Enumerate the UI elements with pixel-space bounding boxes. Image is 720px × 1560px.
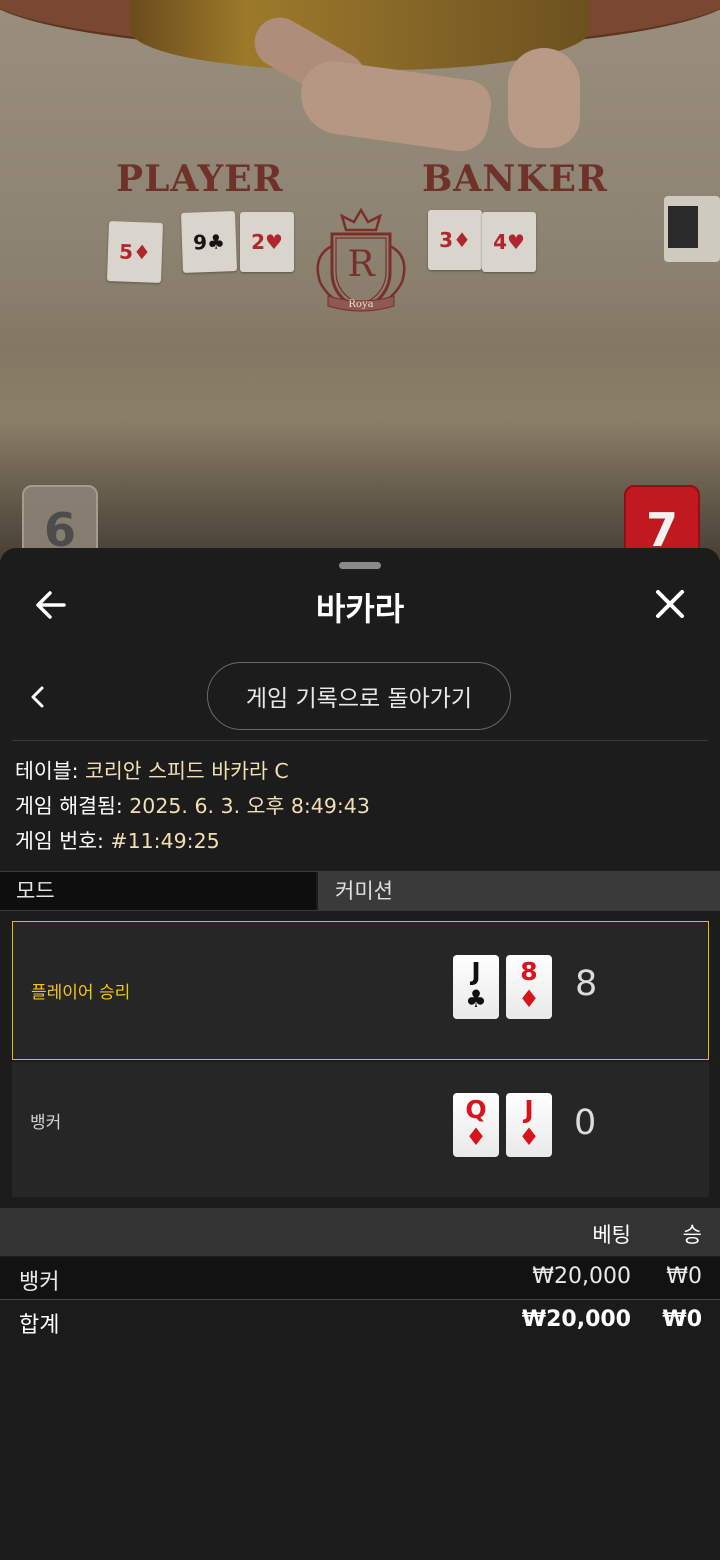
divider: [12, 740, 708, 741]
banker-result-label: 뱅커: [30, 1113, 62, 1133]
game-number-label: 게임 번호:: [15, 829, 104, 853]
game-number-line: 게임 번호: #11:49:25: [15, 824, 370, 859]
total-win-amount: ₩0: [662, 1307, 702, 1332]
game-info: 테이블: 코리안 스피드 바카라 C 게임 해결됨: 2025. 6. 3. 오…: [15, 754, 370, 859]
card-shoe: [664, 196, 720, 262]
dealer-hand-right: [508, 48, 580, 148]
commission-label: 커미션: [318, 872, 720, 910]
game-history-sheet: 바카라 게임 기록으로 돌아가기 테이블: 코리안 스피드 바카라 C 게임 해…: [0, 548, 720, 1560]
bet-amount: ₩20,000: [532, 1264, 631, 1289]
table-card: 3♦: [428, 210, 482, 270]
sheet-header: 바카라: [0, 578, 720, 630]
table-label: 테이블:: [15, 759, 79, 783]
table-card: 4♥: [482, 212, 536, 272]
drag-handle[interactable]: [339, 562, 381, 569]
banker-hand-score: 0: [574, 1103, 597, 1143]
felt-player-label: PLAYER: [116, 158, 284, 200]
table-card: 9♣: [180, 211, 238, 273]
total-row: 합계 ₩20,000 ₩0: [0, 1300, 720, 1342]
svg-text:R: R: [347, 244, 375, 285]
win-amount: ₩0: [666, 1264, 702, 1289]
player-result-row: 플레이어 승리 J ♣ 8 ♦ 8: [12, 921, 709, 1060]
felt-shading: [0, 300, 720, 560]
close-icon[interactable]: [652, 586, 688, 622]
resolved-value: 2025. 6. 3. 오후 8:49:43: [129, 794, 370, 818]
playing-card: J ♣: [453, 955, 499, 1019]
chevron-left-icon[interactable]: [28, 684, 48, 710]
royal-crest-logo: R Roya: [316, 207, 406, 312]
bets-table-header: 베팅 승: [0, 1208, 720, 1256]
bet-type: 뱅커: [19, 1270, 60, 1295]
playing-card: 8 ♦: [506, 955, 552, 1019]
svg-text:Roya: Roya: [348, 299, 373, 310]
mode-label: 모드: [0, 872, 316, 910]
resolved-info-line: 게임 해결됨: 2025. 6. 3. 오후 8:49:43: [15, 789, 370, 824]
win-column-header: 승: [682, 1223, 702, 1247]
felt-banker-label: BANKER: [422, 158, 608, 200]
player-hand-score: 8: [575, 964, 598, 1004]
table-info-line: 테이블: 코리안 스피드 바카라 C: [15, 754, 370, 789]
banker-result-row: 뱅커 Q ♦ J ♦ 0: [12, 1062, 709, 1197]
bet-column-header: 베팅: [592, 1223, 631, 1247]
playing-card: Q ♦: [453, 1093, 499, 1157]
game-number-value: #11:49:25: [110, 829, 220, 853]
total-label: 합계: [19, 1313, 60, 1338]
mode-row: 모드 커미션: [0, 871, 720, 911]
table-value: 코리안 스피드 바카라 C: [85, 759, 289, 783]
table-card: 5♦: [106, 221, 164, 283]
player-result-label: 플레이어 승리: [31, 983, 131, 1003]
live-video-feed: PLAYER BANKER 5♦ 9♣ 2♥ 3♦ 4♥ R Roya 6 7: [0, 0, 720, 560]
resolved-label: 게임 해결됨:: [15, 794, 123, 818]
dealer-hand-left: [295, 57, 495, 155]
return-to-history-button[interactable]: 게임 기록으로 돌아가기: [207, 662, 511, 730]
history-subnav: 게임 기록으로 돌아가기: [0, 662, 720, 732]
total-bet-amount: ₩20,000: [521, 1307, 631, 1332]
table-row: 뱅커 ₩20,000 ₩0: [0, 1257, 720, 1300]
playing-card: J ♦: [506, 1093, 552, 1157]
table-card: 2♥: [240, 212, 294, 272]
sheet-title: 바카라: [315, 590, 405, 628]
